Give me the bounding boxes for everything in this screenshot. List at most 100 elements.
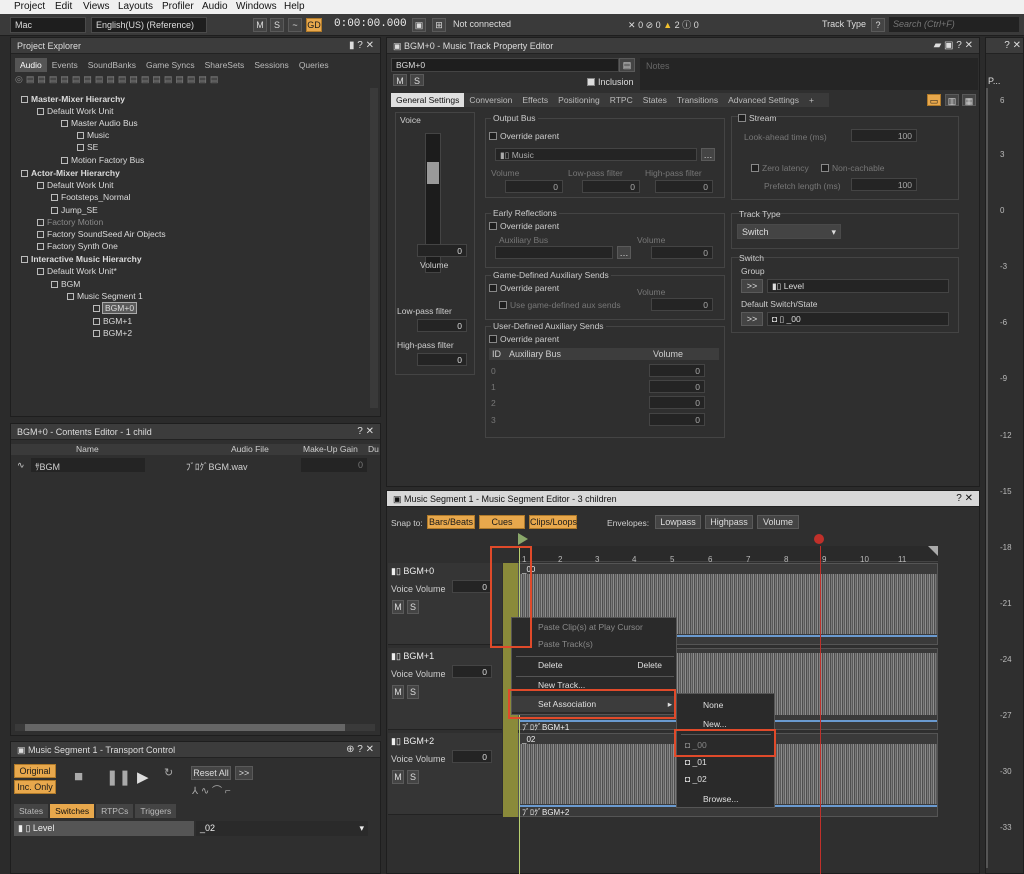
tab-states[interactable]: States: [14, 804, 49, 818]
game-aux-volume-value[interactable]: 0: [651, 298, 713, 311]
default-browse-button[interactable]: >>: [741, 312, 763, 326]
menu-profiler[interactable]: Profiler: [162, 1, 194, 12]
stop-icon[interactable]: ■: [74, 768, 83, 785]
er-override-checkbox[interactable]: Override parent: [489, 221, 559, 231]
submenu-none[interactable]: None: [677, 697, 774, 713]
tree-item[interactable]: Jump_SE: [51, 205, 98, 215]
output-bus-field[interactable]: ▮▯ Music: [495, 148, 697, 161]
menu-windows[interactable]: Windows: [236, 1, 277, 12]
aux-row-volume[interactable]: 0: [649, 396, 705, 409]
tree-item[interactable]: BGM+1: [93, 316, 132, 326]
voice-volume-value[interactable]: 0: [452, 665, 492, 678]
tree-item[interactable]: Music Segment 1: [67, 291, 143, 301]
tab-states[interactable]: States: [638, 93, 672, 107]
menu-project[interactable]: Project: [14, 1, 45, 12]
inc-only-button[interactable]: Inc. Only: [14, 780, 56, 794]
output-lpf-value[interactable]: 0: [582, 180, 640, 193]
track-mute-button[interactable]: M: [392, 600, 404, 614]
lookahead-value[interactable]: 100: [851, 129, 917, 142]
snap-cues-button[interactable]: Cues: [479, 515, 525, 529]
switch-value-dropdown[interactable]: _02 ▾: [196, 821, 368, 836]
menu-delete[interactable]: Delete Delete: [512, 657, 676, 673]
user-aux-override-checkbox[interactable]: Override parent: [489, 334, 559, 344]
voice-volume-value[interactable]: 0: [452, 750, 492, 763]
solo-button[interactable]: S: [410, 74, 424, 86]
capture-icon[interactable]: ⊞: [432, 18, 446, 32]
switch-group-field[interactable]: ▮▯ Level: [767, 279, 949, 293]
track-mute-button[interactable]: M: [392, 685, 404, 699]
solo-all-button[interactable]: S: [270, 18, 284, 32]
envelope-icons[interactable]: ⅄ ∿ ⌒ ⌐: [192, 782, 231, 797]
play-icon[interactable]: ▶: [137, 768, 149, 786]
tab-effects[interactable]: Effects: [517, 93, 553, 107]
track-solo-button[interactable]: S: [407, 770, 419, 784]
timeline-ruler[interactable]: [518, 546, 938, 562]
track-solo-button[interactable]: S: [407, 685, 419, 699]
snap-clips-loops-button[interactable]: Clips/Loops: [529, 515, 577, 529]
original-button[interactable]: Original: [14, 764, 56, 778]
highpass-value[interactable]: 0: [417, 353, 467, 366]
non-cachable-checkbox[interactable]: Non-cachable: [821, 163, 884, 173]
tab-events[interactable]: Events: [47, 58, 83, 72]
expand-button[interactable]: >>: [235, 766, 253, 780]
submenu-browse[interactable]: Browse...: [677, 791, 774, 807]
layout-multi-icon[interactable]: ▦: [962, 94, 976, 106]
table-row[interactable]: ∿ ｻBGM ﾌﾞﾛｸﾞBGM.wav 0: [11, 458, 380, 474]
env-lowpass-button[interactable]: Lowpass: [655, 515, 701, 529]
object-name-input[interactable]: BGM+0: [391, 58, 619, 72]
menu-edit[interactable]: Edit: [55, 1, 72, 12]
tree-item[interactable]: BGM+0: [93, 302, 138, 314]
reset-all-button[interactable]: Reset All: [191, 766, 231, 780]
prefetch-value[interactable]: 100: [851, 178, 917, 191]
tab-game-syncs[interactable]: Game Syncs: [141, 58, 200, 72]
lowpass-value[interactable]: 0: [417, 319, 467, 332]
aux-row-volume[interactable]: 0: [649, 364, 705, 377]
panel-controls-icon[interactable]: ? ✕: [357, 426, 374, 437]
tab-general-settings[interactable]: General Settings: [391, 93, 465, 107]
tab-conversion[interactable]: Conversion: [464, 93, 517, 107]
output-hpf-value[interactable]: 0: [655, 180, 713, 193]
tree-item[interactable]: Factory Motion: [37, 217, 103, 227]
panel-controls-icon[interactable]: ⊕ ? ✕: [346, 744, 374, 755]
tree-item[interactable]: Default Work Unit: [37, 180, 113, 190]
env-highpass-button[interactable]: Highpass: [705, 515, 753, 529]
tree-item[interactable]: Factory SoundSeed Air Objects: [37, 229, 166, 239]
tree-item[interactable]: Default Work Unit: [37, 106, 113, 116]
col-duration[interactable]: Du: [368, 444, 379, 454]
tree-item[interactable]: Master-Mixer Hierarchy: [21, 94, 125, 104]
track-header-bgm1[interactable]: ▮▯ BGM+1 Voice Volume 0 M S: [388, 648, 502, 730]
tree-item[interactable]: Music: [77, 130, 109, 140]
browse-button[interactable]: …: [701, 148, 715, 161]
exit-cue-marker[interactable]: [814, 534, 824, 544]
tab-add[interactable]: +: [804, 93, 819, 107]
tab-sessions[interactable]: Sessions: [249, 58, 294, 72]
menu-paste-tracks[interactable]: Paste Track(s): [512, 636, 676, 652]
menu-views[interactable]: Views: [83, 1, 110, 12]
col-makeup-gain[interactable]: Make-Up Gain: [303, 444, 358, 454]
loop-icon[interactable]: ↻: [164, 766, 173, 779]
game-aux-override-checkbox[interactable]: Override parent: [489, 283, 559, 293]
track-header-bgm0[interactable]: ▮▯ BGM+0 Voice Volume 0 M S: [388, 563, 502, 645]
col-name[interactable]: Name: [76, 444, 99, 454]
platform-dropdown[interactable]: Mac: [10, 17, 86, 33]
stream-checkbox[interactable]: Stream: [738, 113, 777, 123]
snap-bars-beats-button[interactable]: Bars/Beats: [427, 515, 475, 529]
col-audio-file[interactable]: Audio File: [231, 444, 269, 454]
menu-layouts[interactable]: Layouts: [118, 1, 153, 12]
panel-controls-icon[interactable]: ▰ ▣ ? ✕: [934, 40, 973, 51]
zero-latency-checkbox[interactable]: Zero latency: [751, 163, 809, 173]
track-mute-button[interactable]: M: [392, 770, 404, 784]
group-browse-button[interactable]: >>: [741, 279, 763, 293]
tab-rtpc[interactable]: RTPC: [605, 93, 638, 107]
output-volume-value[interactable]: 0: [505, 180, 563, 193]
tab-advanced-settings[interactable]: Advanced Settings: [723, 93, 804, 107]
tree-item[interactable]: Default Work Unit*: [37, 266, 117, 276]
notes-input[interactable]: Notes: [640, 58, 978, 90]
tab-rtpcs[interactable]: RTPCs: [96, 804, 134, 818]
tree-item[interactable]: Master Audio Bus: [61, 118, 138, 128]
pause-icon[interactable]: ❚❚: [106, 768, 131, 786]
gd-icon[interactable]: GD: [306, 18, 322, 32]
layout-split-icon[interactable]: ▥: [945, 94, 959, 106]
tab-switches[interactable]: Switches: [50, 804, 95, 818]
tree-item[interactable]: Actor-Mixer Hierarchy: [21, 168, 120, 178]
